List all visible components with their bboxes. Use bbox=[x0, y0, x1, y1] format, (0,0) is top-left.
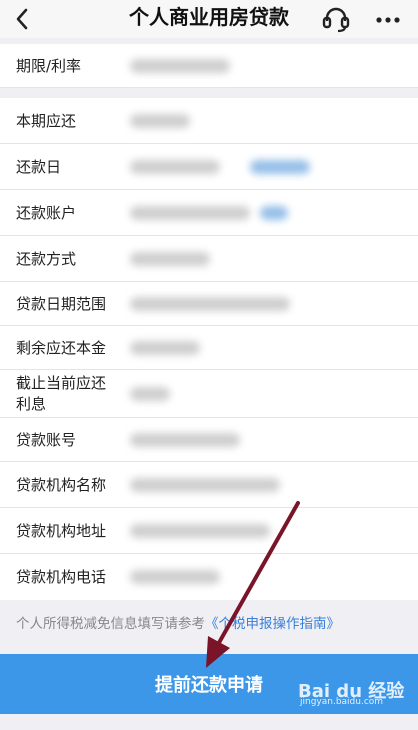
section-gap bbox=[0, 88, 418, 98]
nav-bar: 个人商业用房贷款 bbox=[0, 0, 418, 38]
detail-row-repay-account: 还款账户 bbox=[0, 190, 418, 236]
row-label: 贷款账号 bbox=[16, 431, 77, 449]
row-label: 截止当前应还利息 bbox=[16, 374, 107, 413]
detail-row-repay-method: 还款方式 bbox=[0, 236, 418, 282]
detail-row-term-rate: 期限/利率 bbox=[0, 44, 418, 88]
page-title: 个人商业用房贷款 bbox=[129, 5, 289, 29]
detail-row-interest-due: 截止当前应还利息 bbox=[0, 370, 418, 418]
redacted-value bbox=[130, 59, 230, 73]
more-dots-icon[interactable] bbox=[372, 4, 404, 34]
row-label: 期限/利率 bbox=[16, 57, 82, 75]
watermark-sub: jingyan.baidu.com bbox=[300, 697, 384, 707]
detail-row-repay-day: 还款日 bbox=[0, 144, 418, 190]
detail-row-remaining-principal: 剩余应还本金 bbox=[0, 326, 418, 370]
redacted-link[interactable] bbox=[250, 160, 310, 174]
baidu-jingyan-watermark: Bai du 经验 jingyan.baidu.com bbox=[298, 677, 404, 707]
detail-row-lender-address: 贷款机构地址 bbox=[0, 508, 418, 554]
detail-row-loan-dates: 贷款日期范围 bbox=[0, 282, 418, 326]
row-label: 还款账户 bbox=[16, 204, 77, 222]
redacted-value bbox=[130, 114, 190, 128]
redacted-value bbox=[130, 160, 220, 174]
row-label: 还款日 bbox=[16, 158, 62, 176]
bottom-strip bbox=[0, 714, 418, 730]
redacted-link[interactable] bbox=[260, 206, 288, 220]
row-label: 贷款机构电话 bbox=[16, 568, 107, 586]
chevron-left-icon[interactable] bbox=[10, 5, 36, 33]
redacted-value bbox=[130, 478, 280, 492]
row-label: 还款方式 bbox=[16, 250, 77, 268]
redacted-value bbox=[130, 252, 210, 266]
redacted-value bbox=[130, 206, 250, 220]
row-label: 贷款日期范围 bbox=[16, 295, 107, 313]
tip-text-wrapper: 个人所得税减免信息填写请参考《个税申报操作指南》 bbox=[16, 612, 340, 632]
detail-row-loan-account: 贷款账号 bbox=[0, 418, 418, 462]
detail-row-current-due: 本期应还 bbox=[0, 98, 418, 144]
redacted-value bbox=[130, 341, 200, 355]
redacted-value bbox=[130, 297, 290, 311]
row-label: 剩余应还本金 bbox=[16, 339, 107, 357]
tax-guide-link[interactable]: 《个税申报操作指南》 bbox=[205, 616, 340, 632]
tip-text: 个人所得税减免信息填写请参考 bbox=[16, 616, 205, 632]
row-label: 本期应还 bbox=[16, 112, 77, 130]
row-label: 贷款机构地址 bbox=[16, 522, 107, 540]
detail-row-lender-name: 贷款机构名称 bbox=[0, 462, 418, 508]
redacted-value bbox=[130, 433, 240, 447]
redacted-value bbox=[130, 524, 270, 538]
detail-row-lender-phone: 贷款机构电话 bbox=[0, 554, 418, 600]
headset-icon[interactable] bbox=[320, 4, 352, 34]
redacted-value bbox=[130, 387, 170, 401]
row-label: 贷款机构名称 bbox=[16, 476, 107, 494]
redacted-value[interactable] bbox=[130, 570, 220, 584]
tax-tip: 个人所得税减免信息填写请参考《个税申报操作指南》 bbox=[0, 600, 418, 654]
